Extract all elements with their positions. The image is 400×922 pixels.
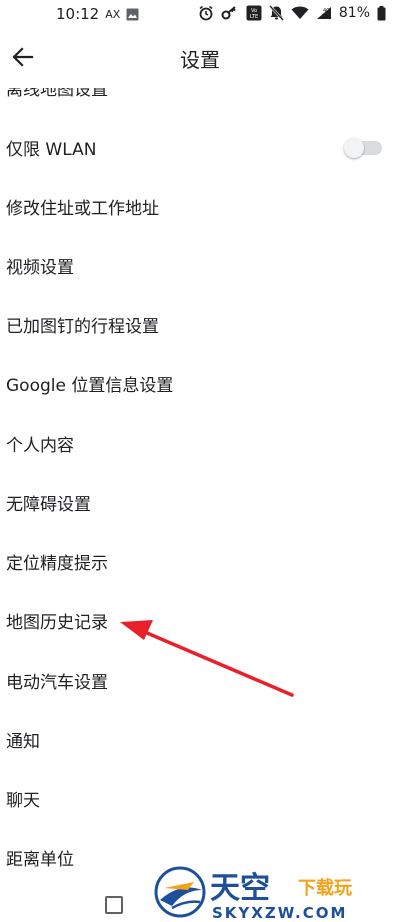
settings-item-personal-content[interactable]: 个人内容 [0,414,400,473]
settings-item-label: 通知 [6,732,40,752]
wifi-icon [291,6,309,19]
watermark-brand-main: 天空 [210,871,270,906]
app-bar: 设置 [0,28,400,88]
battery-icon [377,5,386,20]
settings-item-label: 仅限 WLAN [6,140,97,160]
svg-text:LTE: LTE [250,14,258,20]
status-right: Vo LTE 4G 81% [198,5,386,21]
settings-item-label: Google 位置信息设置 [6,376,174,396]
settings-item-label: 电动汽车设置 [6,673,108,693]
status-carrier-tag: AX [105,7,121,21]
settings-item-accessibility[interactable]: 无障碍设置 [0,473,400,532]
page-title: 设置 [180,47,220,72]
status-time: 10:12 [56,5,100,23]
settings-list[interactable]: 离线地图设置 仅限 WLAN 修改住址或工作地址 视频设置 已加图钉的行程设置 … [0,88,400,890]
settings-item-label: 聊天 [6,791,40,811]
settings-item-label: 离线地图设置 [6,88,108,100]
settings-item-label: 距离单位 [6,850,74,870]
back-arrow-icon[interactable] [10,44,36,70]
settings-item-label: 无障碍设置 [6,495,91,515]
settings-item-label: 个人内容 [6,436,74,456]
settings-item-label: 修改住址或工作地址 [6,199,159,219]
toggle-thumb [344,138,364,158]
settings-item-notifications[interactable]: 通知 [0,710,400,769]
settings-item-offline-maps[interactable]: 离线地图设置 [0,88,400,117]
settings-item-pinned-trips[interactable]: 已加图钉的行程设置 [0,295,400,354]
alarm-icon [199,5,213,21]
notifications-off-icon [268,5,284,21]
network-type-label: 4G [323,8,330,14]
settings-item-label: 地图历史记录 [6,613,108,633]
settings-item-location-accuracy[interactable]: 定位精度提示 [0,532,400,591]
status-left: 10:12 AX [56,5,139,23]
image-notification-icon [126,8,139,20]
watermark-url: SKYXZW.COM [212,904,347,922]
settings-item-chat[interactable]: 聊天 [0,769,400,828]
recents-square-icon[interactable] [105,896,123,914]
status-bar: 10:12 AX Vo LTE 4G 81% [0,0,400,28]
settings-item-wlan-only[interactable]: 仅限 WLAN [0,118,400,177]
battery-percent: 81% [338,5,370,21]
settings-item-google-location[interactable]: Google 位置信息设置 [0,354,400,413]
watermark-logo: 天空 下载玩 SKYXZW.COM [154,866,352,922]
settings-item-home-work-address[interactable]: 修改住址或工作地址 [0,177,400,236]
settings-item-label: 视频设置 [6,258,74,278]
watermark-brand-sub: 下载玩 [298,877,352,899]
volte-icon: Vo LTE [246,5,262,21]
settings-item-label: 已加图钉的行程设置 [6,317,159,337]
settings-item-video[interactable]: 视频设置 [0,236,400,295]
wlan-only-toggle[interactable] [344,138,382,158]
settings-item-ev-settings[interactable]: 电动汽车设置 [0,651,400,710]
settings-item-maps-history[interactable]: 地图历史记录 [0,591,400,650]
cellular-signal-icon: 4G [316,7,331,19]
settings-item-label: 定位精度提示 [6,554,108,574]
key-icon [221,6,236,20]
